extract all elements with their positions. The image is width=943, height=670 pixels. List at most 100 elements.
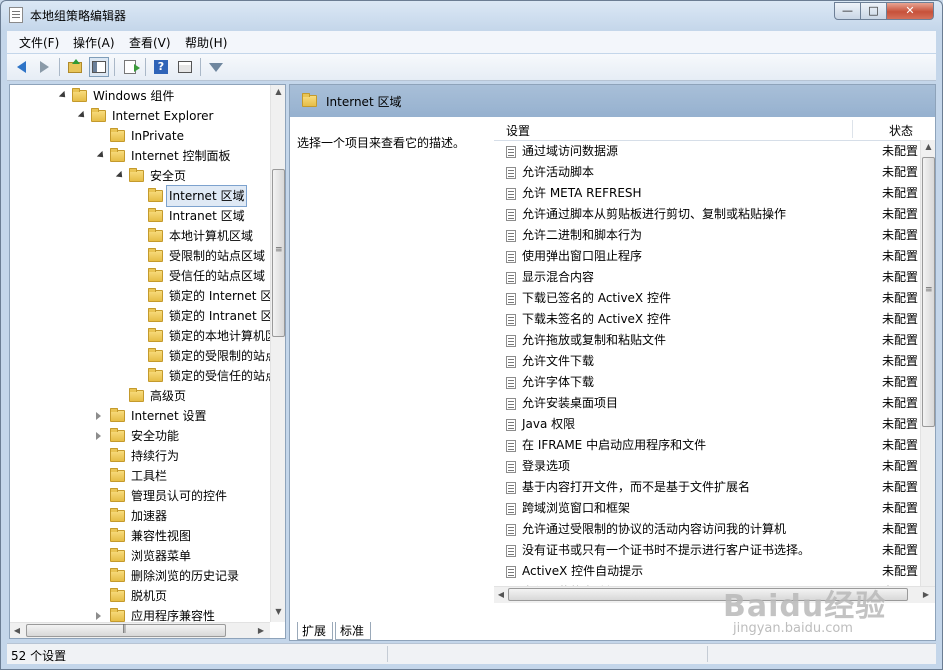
scroll-right-icon[interactable]: ▶ <box>921 590 931 599</box>
tree-item[interactable]: Windows 组件 <box>10 86 268 106</box>
tree-item[interactable]: 兼容性视图 <box>10 526 268 546</box>
tree-item[interactable]: 持续行为 <box>10 446 268 466</box>
tree-item[interactable]: 管理员认可的控件 <box>10 486 268 506</box>
expanded-arrow-icon[interactable] <box>115 170 126 181</box>
collapsed-arrow-icon[interactable] <box>96 432 101 440</box>
close-button[interactable]: ✕ <box>886 2 934 20</box>
tree-item[interactable]: 锁定的 Intranet 区 <box>10 306 272 326</box>
scroll-up-icon[interactable]: ▲ <box>271 87 285 96</box>
setting-row[interactable]: 允许二进制和脚本行为 未配置 <box>506 225 921 246</box>
setting-row[interactable]: 允许安装桌面项目 未配置 <box>506 393 921 414</box>
column-state[interactable]: 状态 <box>889 122 913 139</box>
scroll-left-icon[interactable]: ◀ <box>496 590 506 599</box>
tree-item[interactable]: 锁定的 Internet 区 <box>10 286 272 306</box>
export-list-button[interactable] <box>120 57 140 77</box>
show-hide-tree-button[interactable] <box>89 57 109 77</box>
setting-row[interactable]: 下载未签名的 ActiveX 控件 未配置 <box>506 309 921 330</box>
expanded-arrow-icon[interactable] <box>58 90 69 101</box>
setting-row[interactable]: 显示混合内容 未配置 <box>506 267 921 288</box>
tree-vertical-scrollbar[interactable]: ▲ ≡ ▼ <box>270 85 285 622</box>
up-one-level-button[interactable] <box>65 57 85 77</box>
setting-row[interactable]: 允许 META REFRESH 未配置 <box>506 183 921 204</box>
help-button[interactable]: ? <box>151 57 171 77</box>
policy-setting-icon <box>506 377 516 389</box>
setting-row[interactable]: Java 权限 未配置 <box>506 414 921 435</box>
tree-item[interactable]: 工具栏 <box>10 466 268 486</box>
menu-action[interactable]: 操作(A) <box>73 34 115 51</box>
tree-item[interactable]: 删除浏览的历史记录 <box>10 566 268 586</box>
close-icon: ✕ <box>905 4 915 17</box>
menu-view[interactable]: 查看(V) <box>129 34 171 51</box>
setting-name: 没有证书或只有一个证书时不提示进行客户证书选择。 <box>522 543 811 557</box>
setting-row[interactable]: ActiveX 控件自动提示 未配置 <box>506 561 921 582</box>
tree-item[interactable]: 浏览器菜单 <box>10 546 268 566</box>
expanded-arrow-icon[interactable] <box>77 110 88 121</box>
settings-list[interactable]: 设置 状态 通过域访问数据源 未配置 允许活动脚本 未配置 允许 META REFRES… <box>494 118 935 604</box>
policy-tree[interactable]: Windows 组件 Internet Explorer InPrivate Inte… <box>9 84 286 639</box>
policy-setting-icon <box>506 314 516 326</box>
expanded-arrow-icon[interactable] <box>96 150 107 161</box>
tree-item[interactable]: Intranet 区域 <box>10 206 268 226</box>
folder-icon <box>148 288 163 302</box>
setting-row[interactable]: 允许文件下载 未配置 <box>506 351 921 372</box>
setting-state: 未配置 <box>882 186 919 200</box>
setting-row[interactable]: 允许字体下载 未配置 <box>506 372 921 393</box>
tree-item[interactable]: 锁定的本地计算机区 <box>10 326 277 346</box>
scroll-up-icon[interactable]: ▲ <box>921 142 935 151</box>
setting-row[interactable]: 基于内容打开文件，而不是基于文件扩展名 未配置 <box>506 477 921 498</box>
setting-row[interactable]: 允许通过受限制的协议的活动内容访问我的计算机 未配置 <box>506 519 921 540</box>
setting-row[interactable]: 允许拖放或复制和粘贴文件 未配置 <box>506 330 921 351</box>
tab-extended[interactable]: 扩展 <box>297 622 333 640</box>
setting-row[interactable]: 允许活动脚本 未配置 <box>506 162 921 183</box>
tree-item[interactable]: 受信任的站点区域 <box>10 266 268 286</box>
tree-item[interactable]: Internet Explorer <box>10 106 268 126</box>
menu-file[interactable]: 文件(F) <box>19 34 59 51</box>
maximize-button[interactable]: □ <box>860 2 887 20</box>
tree-item[interactable]: 锁定的受信任的站点 <box>10 366 277 386</box>
setting-row[interactable]: 登录选项 未配置 <box>506 456 921 477</box>
tree-item[interactable]: 脱机页 <box>10 586 268 606</box>
title-bar[interactable]: 本地组策略编辑器 — □ ✕ <box>1 1 942 29</box>
tree-item[interactable]: Internet 设置 <box>10 406 268 426</box>
tree-item[interactable]: 加速器 <box>10 506 268 526</box>
tree-item[interactable]: 安全功能 <box>10 426 268 446</box>
setting-row[interactable]: 跨域浏览窗口和框架 未配置 <box>506 498 921 519</box>
setting-state: 未配置 <box>882 354 919 368</box>
tree-item[interactable]: InPrivate <box>10 126 268 146</box>
setting-row[interactable]: 通过域访问数据源 未配置 <box>506 141 921 162</box>
scroll-left-icon[interactable]: ◀ <box>12 626 22 635</box>
tree-item[interactable]: 受限制的站点区域 <box>10 246 268 266</box>
column-divider[interactable] <box>852 120 853 138</box>
policy-setting-icon <box>506 230 516 242</box>
tab-standard[interactable]: 标准 <box>335 622 371 640</box>
collapsed-arrow-icon[interactable] <box>96 612 101 620</box>
forward-button[interactable] <box>34 57 54 77</box>
scroll-down-icon[interactable]: ▼ <box>271 607 285 616</box>
setting-row[interactable]: 使用弹出窗口阻止程序 未配置 <box>506 246 921 267</box>
tree-item[interactable]: Internet 区域 <box>10 185 268 207</box>
show-hide-tree-icon <box>92 61 106 73</box>
setting-state: 未配置 <box>882 396 919 410</box>
tree-horizontal-scrollbar[interactable]: ◀ ‖ ▶ <box>10 622 270 638</box>
back-button[interactable] <box>11 57 31 77</box>
window-title: 本地组策略编辑器 <box>30 9 127 23</box>
folder-icon <box>148 268 163 282</box>
tree-item[interactable]: 本地计算机区域 <box>10 226 268 246</box>
tree-item[interactable]: 高级页 <box>10 386 268 406</box>
collapsed-arrow-icon[interactable] <box>96 412 101 420</box>
setting-row[interactable]: 在 IFRAME 中启动应用程序和文件 未配置 <box>506 435 921 456</box>
column-setting[interactable]: 设置 <box>506 122 530 139</box>
tree-item[interactable]: 锁定的受限制的站点 <box>10 346 277 366</box>
setting-row[interactable]: 没有证书或只有一个证书时不提示进行客户证书选择。 未配置 <box>506 540 921 561</box>
toolbar-separator <box>59 58 60 76</box>
minimize-button[interactable]: — <box>834 2 861 20</box>
scroll-right-icon[interactable]: ▶ <box>256 626 266 635</box>
properties-button[interactable] <box>175 57 195 77</box>
menu-help[interactable]: 帮助(H) <box>185 34 227 51</box>
filter-button[interactable] <box>206 57 226 77</box>
list-vertical-scrollbar[interactable]: ▲ ≡ <box>920 140 935 586</box>
tree-item[interactable]: 安全页 <box>10 166 268 186</box>
tree-item[interactable]: Internet 控制面板 <box>10 146 268 166</box>
setting-row[interactable]: 下载已签名的 ActiveX 控件 未配置 <box>506 288 921 309</box>
setting-row[interactable]: 允许通过脚本从剪贴板进行剪切、复制或粘贴操作 未配置 <box>506 204 921 225</box>
